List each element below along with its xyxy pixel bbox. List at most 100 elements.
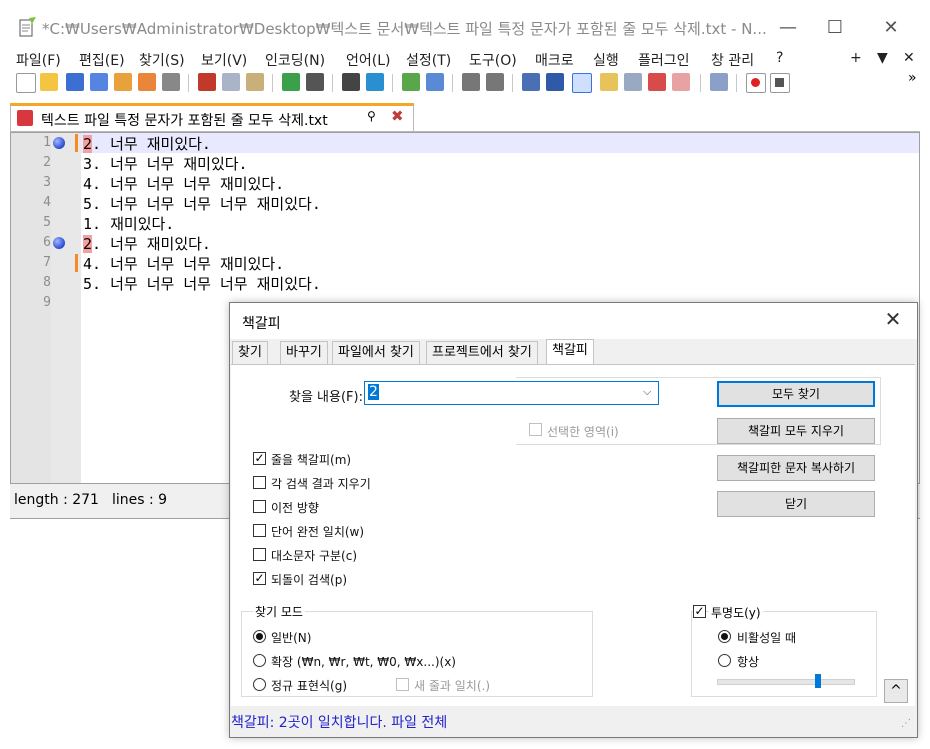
all-chars-icon[interactable] (546, 73, 564, 91)
copy-bookmarked-button[interactable]: 책갈피한 문자 복사하기 (717, 455, 875, 481)
backward-direction-label: 이전 방향 (271, 501, 319, 515)
tab-replace[interactable]: 바꾸기 (280, 341, 328, 364)
new-file-icon[interactable] (16, 73, 36, 93)
code-line[interactable]: 3. 너무 너무 재미있다. (83, 153, 248, 174)
cut-icon[interactable] (198, 73, 216, 91)
folder-workspace-icon[interactable] (648, 73, 666, 91)
clear-bookmarks-button[interactable]: 책갈피 모두 지우기 (717, 418, 875, 444)
find-all-button[interactable]: 모두 찾기 (717, 381, 875, 407)
save-icon[interactable] (66, 73, 84, 91)
redo-icon[interactable] (306, 73, 324, 91)
sync-v-icon[interactable] (462, 73, 480, 91)
function-list-icon[interactable] (624, 73, 642, 91)
stop-icon[interactable] (770, 73, 790, 93)
window-title: *C:₩Users₩Administrator₩Desktop₩텍스트 문서₩텍… (42, 20, 767, 38)
close-icon[interactable] (114, 73, 132, 91)
code-line[interactable]: 4. 너무 너무 너무 재미있다. (83, 173, 284, 194)
close-all-icon[interactable] (138, 73, 156, 91)
menu-view[interactable]: 보기(V) (201, 50, 247, 70)
match-case-checkbox[interactable] (253, 548, 266, 561)
menu-search[interactable]: 찾기(S) (139, 50, 185, 70)
tab-find-in-projects[interactable]: 프로젝트에서 찾기 (426, 341, 538, 364)
transparency-slider-track[interactable] (717, 679, 855, 685)
menu-window[interactable]: 창 관리 (711, 50, 754, 70)
backward-direction-checkbox[interactable] (253, 500, 266, 513)
minimize-button[interactable]: — (765, 0, 811, 54)
transparency-checkbox[interactable]: ✓ (693, 605, 706, 618)
bookmark-line-label: 줄을 책갈피(m) (271, 453, 352, 467)
record-icon[interactable] (746, 73, 766, 93)
sync-h-icon[interactable] (486, 73, 504, 91)
change-marker (75, 134, 78, 152)
whole-word-checkbox[interactable] (253, 524, 266, 537)
toolbar-overflow-icon[interactable]: » (908, 70, 917, 86)
zoom-in-icon[interactable] (402, 73, 420, 91)
code-line[interactable]: 5. 너무 너무 너무 너무 재미있다. (83, 193, 321, 214)
view-icon[interactable] (710, 73, 728, 91)
undo-icon[interactable] (282, 73, 300, 91)
tab-mark[interactable]: 책갈피 (546, 339, 594, 366)
unsaved-file-icon (17, 110, 33, 126)
match-highlight: 2 (83, 235, 93, 253)
code-line[interactable]: 2. 너무 재미있다. (83, 233, 211, 254)
menu-dropdown-button[interactable]: ▼ (877, 50, 888, 66)
monitor-icon[interactable] (672, 73, 690, 91)
menu-plugins[interactable]: 플러그인 (638, 50, 690, 70)
whole-word-label: 단어 완전 일치(w) (271, 525, 365, 539)
tab-document[interactable]: 텍스트 파일 특정 문자가 포함된 줄 모두 삭제.txt ⚲ ✖ (10, 103, 414, 131)
close-button[interactable]: 닫기 (717, 491, 875, 517)
zoom-out-icon[interactable] (426, 73, 444, 91)
menu-macro[interactable]: 매크로 (535, 50, 574, 70)
purge-results-checkbox[interactable] (253, 476, 266, 489)
code-line[interactable]: 5. 너무 너무 너무 너무 재미있다. (83, 273, 321, 294)
transparency-on-lose-focus-radio[interactable] (718, 630, 731, 643)
wrap-icon[interactable] (522, 73, 540, 91)
bookmark-icon[interactable] (53, 137, 65, 149)
tab-find-in-files[interactable]: 파일에서 찾기 (332, 341, 420, 364)
menu-run[interactable]: 실행 (593, 50, 619, 70)
search-mode-regex-radio[interactable] (253, 678, 266, 691)
menu-encoding[interactable]: 인코딩(N) (265, 50, 325, 70)
save-all-icon[interactable] (90, 73, 108, 91)
search-mode-extended-radio[interactable] (253, 654, 266, 667)
wrap-around-checkbox[interactable]: ✓ (253, 572, 266, 585)
menu-tools[interactable]: 도구(O) (469, 50, 517, 70)
menu-close-doc-button[interactable]: ✕ (903, 50, 915, 66)
code-text: 4. 너무 너무 너무 재미있다. (83, 175, 285, 193)
menu-add-button[interactable]: + (850, 50, 862, 66)
search-mode-normal-radio[interactable] (253, 630, 266, 643)
close-window-button[interactable]: ✕ (868, 0, 914, 54)
menu-edit[interactable]: 편집(E) (79, 50, 125, 70)
bookmark-icon[interactable] (53, 237, 65, 249)
bookmark-margin[interactable] (51, 133, 81, 483)
replace-icon[interactable] (366, 73, 384, 91)
code-line[interactable]: 1. 재미있다. (83, 213, 174, 234)
copy-icon[interactable] (222, 73, 240, 91)
print-icon[interactable] (162, 73, 180, 91)
menu-settings[interactable]: 설정(T) (406, 50, 451, 70)
paste-icon[interactable] (246, 73, 264, 91)
transparency-always-radio[interactable] (718, 654, 731, 667)
bookmark-line-checkbox[interactable]: ✓ (253, 452, 266, 465)
close-tab-icon[interactable]: ✖ (391, 107, 404, 125)
resize-grip-icon[interactable]: ⋰ (901, 718, 911, 729)
pin-icon[interactable]: ⚲ (367, 109, 376, 123)
dialog-close-button[interactable]: ✕ (880, 307, 906, 333)
open-file-icon[interactable] (40, 73, 58, 91)
menu-file[interactable]: 파일(F) (16, 50, 61, 70)
code-line[interactable]: 4. 너무 너무 너무 재미있다. (83, 253, 284, 274)
find-icon[interactable] (342, 73, 360, 91)
matches-newline-checkbox[interactable] (396, 678, 409, 691)
transparency-slider-thumb[interactable] (815, 674, 821, 688)
collapse-button[interactable]: ^ (884, 679, 908, 703)
indent-guide-icon[interactable] (572, 73, 592, 93)
line-number: 7 (43, 255, 51, 270)
tab-find[interactable]: 찾기 (232, 341, 268, 364)
doc-map-icon[interactable] (600, 73, 618, 91)
menu-help[interactable]: ? (776, 50, 783, 66)
in-selection-checkbox[interactable] (529, 423, 542, 436)
dialog-status-bar: 책갈피: 2곳이 일치합니다. 파일 전체 ⋰ (231, 706, 915, 736)
code-line[interactable]: 2. 너무 재미있다. (83, 133, 211, 154)
maximize-button[interactable]: ☐ (812, 0, 858, 54)
menu-language[interactable]: 언어(L) (346, 50, 390, 70)
